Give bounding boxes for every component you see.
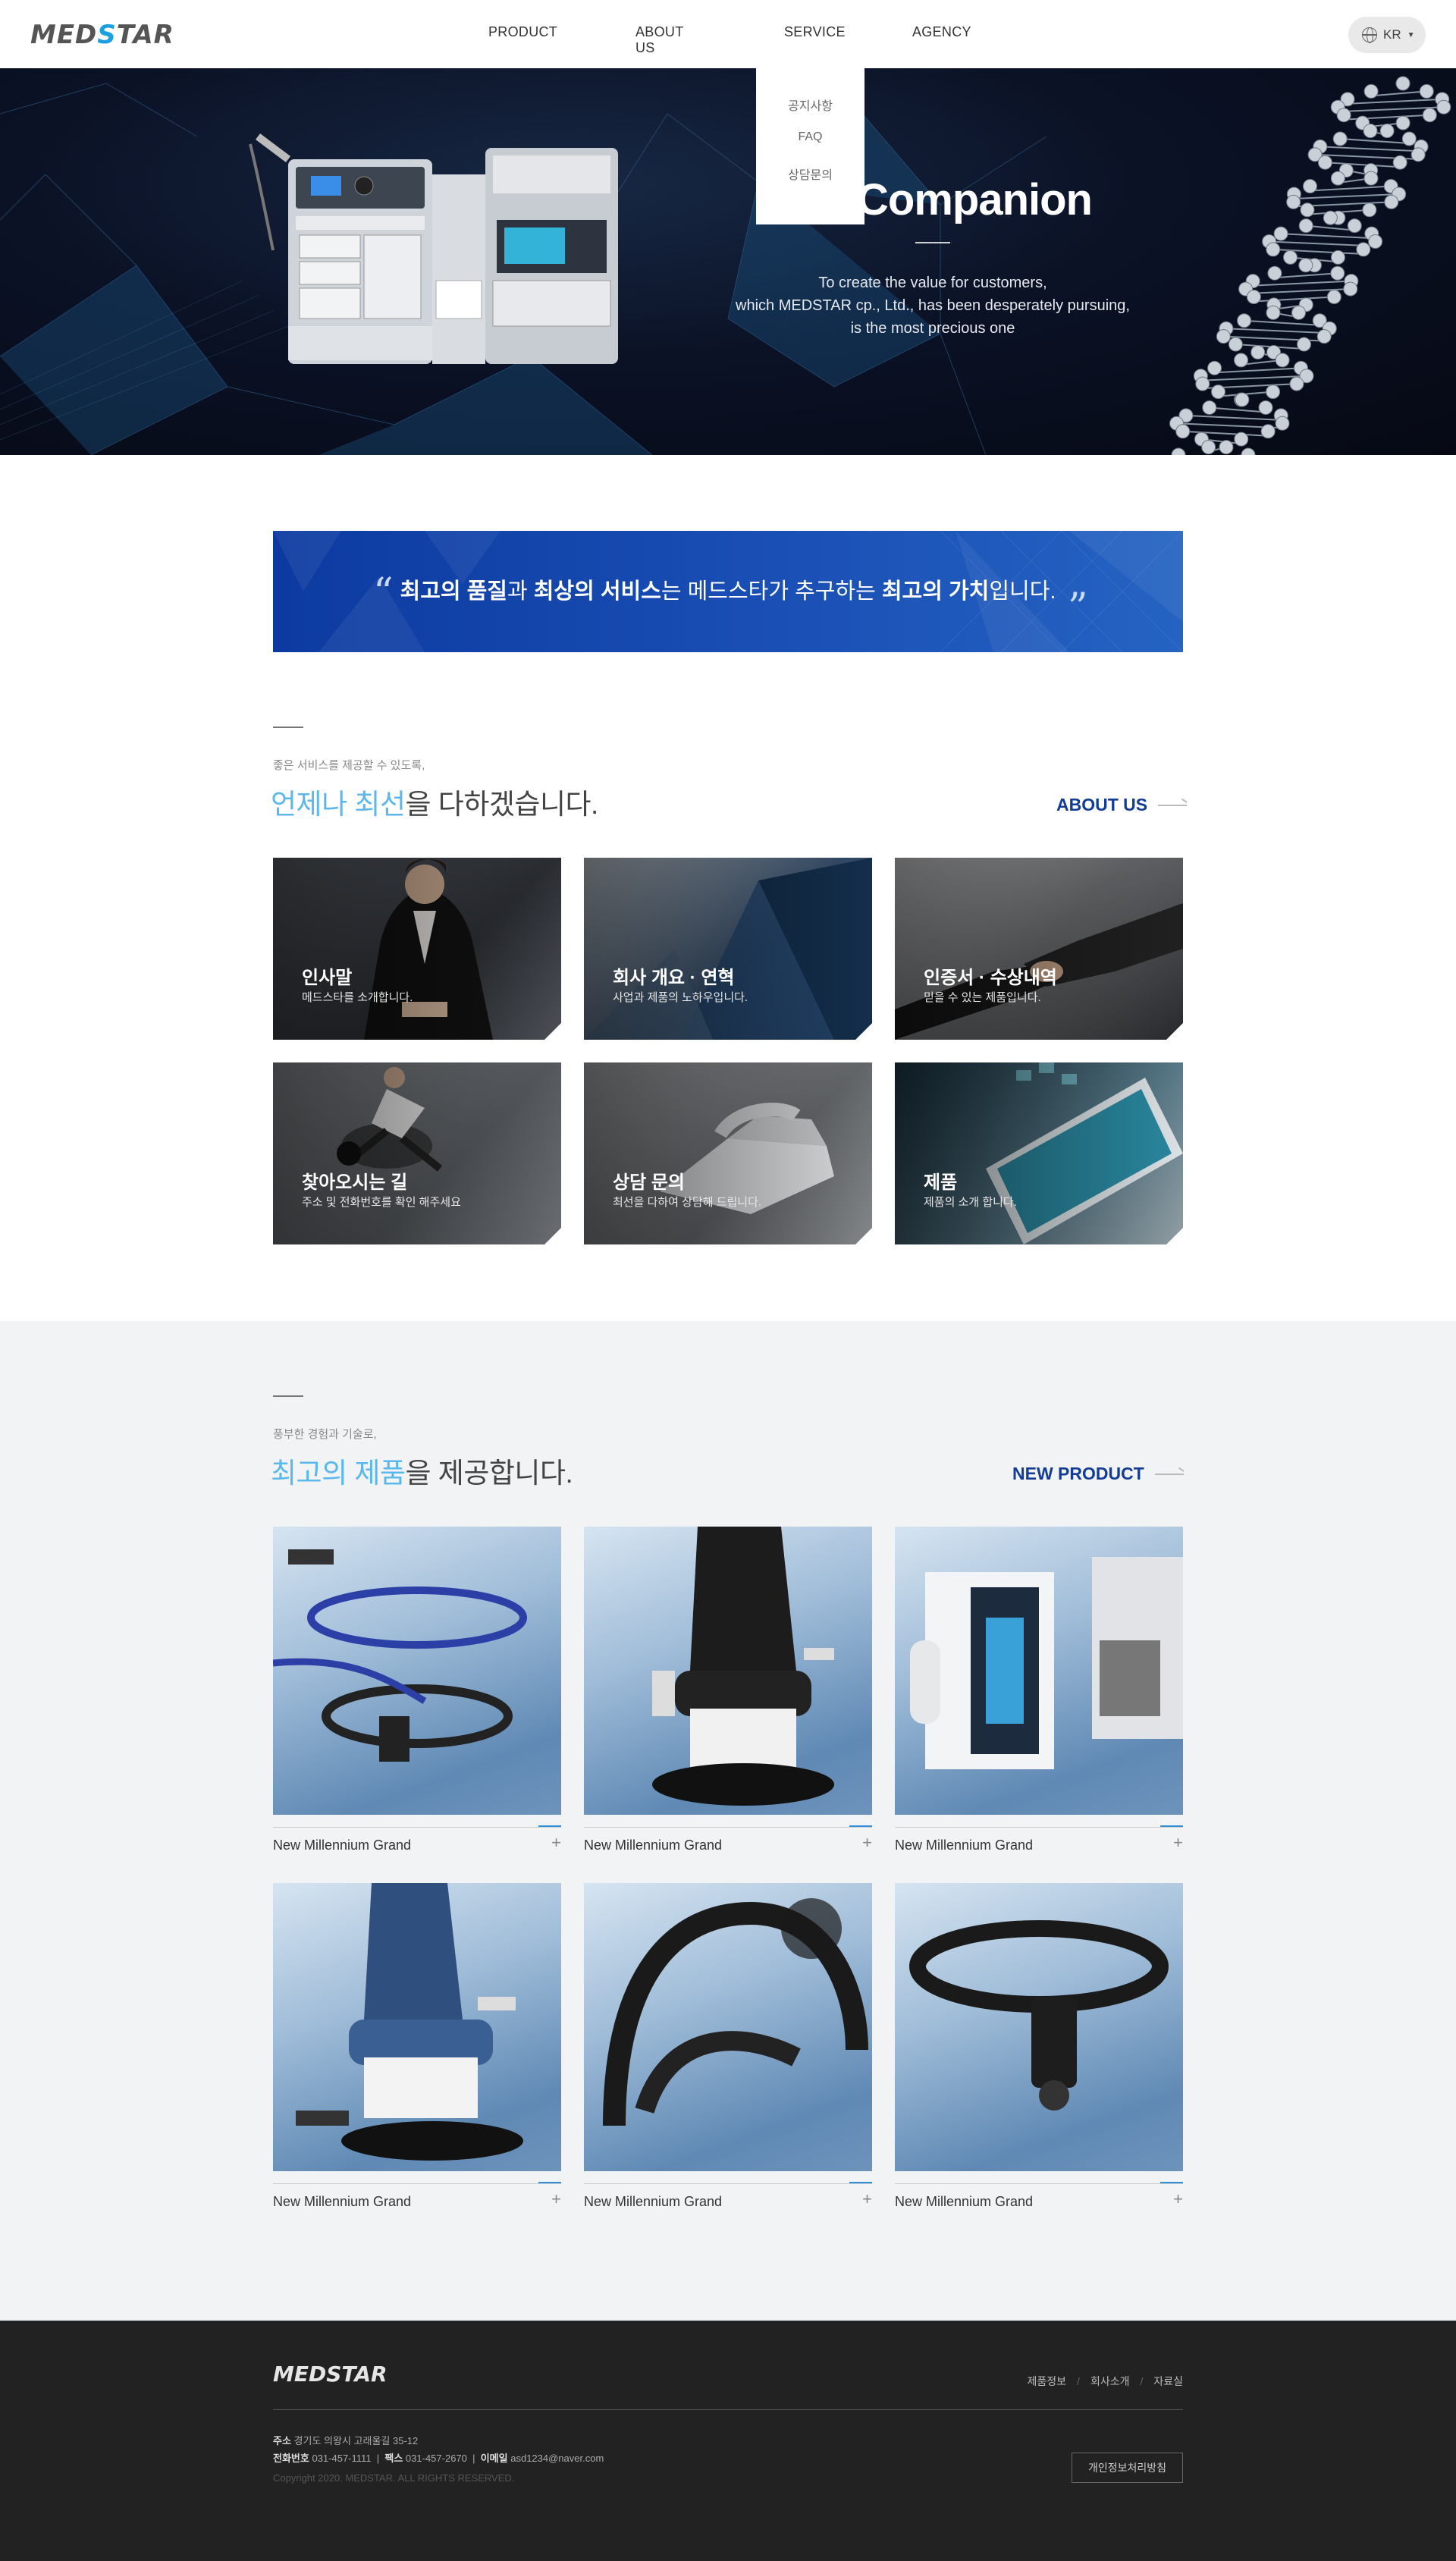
card-title: 인사말	[302, 968, 353, 988]
language-label: KR	[1383, 27, 1401, 42]
site-header: MEDSTAR PRODUCT ABOUT US SERVICE AGENCY …	[0, 0, 1456, 68]
nav-product[interactable]: PRODUCT	[488, 24, 557, 40]
products-subtitle: 풍부한 경험과 기술로,	[273, 1428, 377, 1441]
dropdown-item-faq[interactable]: FAQ	[756, 130, 864, 144]
card-consultation[interactable]: 상담 문의 최선을 다하여 상담해 드립니다.	[584, 1062, 872, 1244]
product-image-blue-chair	[273, 1883, 561, 2171]
plus-icon[interactable]: +	[1173, 1833, 1183, 1853]
footer-divider	[273, 2409, 1183, 2410]
card-subtitle: 사업과 제품의 노하우입니다.	[613, 991, 748, 1004]
card-certificates[interactable]: 인증서 · 수상내역 믿을 수 있는 제품입니다.	[895, 858, 1183, 1040]
card-products[interactable]: 제품 제품의 소개 합니다.	[895, 1062, 1183, 1244]
dna-helix-graphic	[1169, 76, 1451, 455]
new-product-label: NEW PRODUCT	[1012, 1464, 1144, 1483]
plus-icon[interactable]: +	[862, 2189, 872, 2209]
quote-part-4: 는 메드스타가 추구하는	[661, 579, 882, 604]
product-name: New Millennium Grand	[895, 1838, 1034, 1853]
product-image-sterilizer	[895, 1527, 1183, 1815]
card-title: 인증서 · 수상내역	[924, 968, 1057, 988]
footer-contact: 전화번호 031-457-1111 | 팩스 031-457-2670 | 이메…	[273, 2453, 604, 2464]
arrow-right-icon	[1158, 804, 1188, 806]
dropdown-item-consult[interactable]: 상담문의	[756, 165, 864, 183]
footer-link-archive[interactable]: 자료실	[1153, 2375, 1183, 2387]
card-subtitle: 제품의 소개 합니다.	[924, 1196, 1017, 1209]
product-name: New Millennium Grand	[895, 2194, 1034, 2209]
medstar-logo[interactable]: MEDSTAR	[30, 20, 174, 50]
footer-link-product-info[interactable]: 제품정보	[1028, 2375, 1067, 2387]
footer-links: 제품정보 / 회사소개 / 자료실	[1027, 2375, 1183, 2387]
about-subtitle: 좋은 서비스를 제공할 수 있도록,	[273, 759, 425, 772]
globe-icon	[1362, 27, 1377, 43]
new-product-link[interactable]: NEW PRODUCT	[1012, 1464, 1184, 1484]
quote-part-quality: 최고의 품질	[400, 579, 507, 604]
products-title-rest: 을 제공합니다.	[405, 1458, 573, 1489]
plus-icon[interactable]: +	[862, 1833, 872, 1853]
plus-icon[interactable]: +	[551, 1833, 561, 1853]
product-name: New Millennium Grand	[273, 2194, 412, 2209]
products-title-highlight: 최고의 제품	[271, 1458, 406, 1489]
dropdown-item-notice[interactable]: 공지사항	[756, 96, 864, 114]
quote-part-service: 최상의 서비스	[533, 579, 661, 604]
card-greeting[interactable]: 인사말 메드스타를 소개합니다.	[273, 858, 561, 1040]
about-us-label: ABOUT US	[1056, 795, 1148, 814]
about-section-line	[273, 727, 303, 728]
about-us-link[interactable]: ABOUT US	[1056, 795, 1188, 815]
plus-icon[interactable]: +	[1173, 2189, 1183, 2209]
card-subtitle: 메드스타를 소개합니다.	[302, 991, 413, 1004]
footer-address: 주소 경기도 의왕시 고래울길 35-12	[273, 2435, 419, 2446]
quote-text: 최고의 품질과 최상의 서비스는 메드스타가 추구하는 최고의 가치입니다.	[273, 573, 1183, 605]
product-name: New Millennium Grand	[584, 1838, 723, 1853]
about-title-rest: 을 다하겠습니다.	[405, 789, 598, 820]
card-company-overview[interactable]: 회사 개요 · 연혁 사업과 제품의 노하우입니다.	[584, 858, 872, 1040]
card-title: 회사 개요 · 연혁	[613, 968, 735, 988]
products-title: 최고의 제품을 제공합니다.	[271, 1450, 573, 1491]
plus-icon[interactable]: +	[551, 2189, 561, 2209]
card-subtitle: 믿을 수 있는 제품입니다.	[924, 991, 1041, 1004]
hero-banner: Companion To create the value for custom…	[0, 68, 1456, 455]
nav-about-us[interactable]: ABOUT US	[635, 24, 683, 56]
privacy-policy-button[interactable]: 개인정보처리방침	[1072, 2453, 1183, 2483]
about-title: 언제나 최선을 다하겠습니다.	[271, 781, 598, 822]
quote-banner: “ ” 최고의 품질과 최상의 서비스는 메드스타가 추구하는 최고의 가치입니…	[273, 531, 1183, 652]
service-dropdown: 공지사항 FAQ 상담문의	[756, 68, 864, 224]
product-name: New Millennium Grand	[273, 1838, 412, 1853]
hero-title: Companion	[857, 175, 1093, 224]
footer-link-company[interactable]: 회사소개	[1090, 2375, 1130, 2387]
language-selector[interactable]: KR ▼	[1348, 17, 1426, 53]
product-image-head-frame	[584, 1883, 872, 2171]
about-title-highlight: 언제나 최선	[271, 789, 406, 820]
quote-part-value: 최고의 가치	[881, 579, 990, 604]
medical-unit-image	[249, 133, 618, 364]
product-name: New Millennium Grand	[584, 2194, 723, 2209]
quote-part-2: 과	[507, 579, 534, 604]
card-subtitle: 주소 및 전화번호를 확인 해주세요	[302, 1196, 461, 1209]
quote-part-6: 입니다.	[989, 579, 1056, 604]
products-section-line	[273, 1395, 303, 1397]
nav-agency[interactable]: AGENCY	[912, 24, 971, 40]
site-footer: MEDSTAR 제품정보 / 회사소개 / 자료실 주소 경기도 의왕시 고래울길 35…	[0, 2321, 1456, 2561]
product-image-headlamp	[895, 1883, 1183, 2171]
footer-copyright: Copyright 2020. MEDSTAR. ALL RIGHTS RESE…	[273, 2472, 515, 2484]
card-title: 제품	[924, 1172, 958, 1193]
card-directions[interactable]: 찾아오시는 길 주소 및 전화번호를 확인 해주세요	[273, 1062, 561, 1244]
product-image-headlight	[273, 1527, 561, 1815]
card-subtitle: 최선을 다하여 상담해 드립니다.	[613, 1196, 762, 1209]
card-title: 상담 문의	[613, 1172, 685, 1193]
hero-divider	[915, 242, 950, 243]
arrow-right-icon	[1154, 1473, 1184, 1475]
footer-logo[interactable]: MEDSTAR	[273, 2362, 388, 2387]
card-title: 찾아오시는 길	[302, 1172, 408, 1193]
product-image-black-chair	[584, 1527, 872, 1815]
caret-down-icon: ▼	[1407, 30, 1415, 39]
nav-service[interactable]: SERVICE	[784, 24, 846, 40]
